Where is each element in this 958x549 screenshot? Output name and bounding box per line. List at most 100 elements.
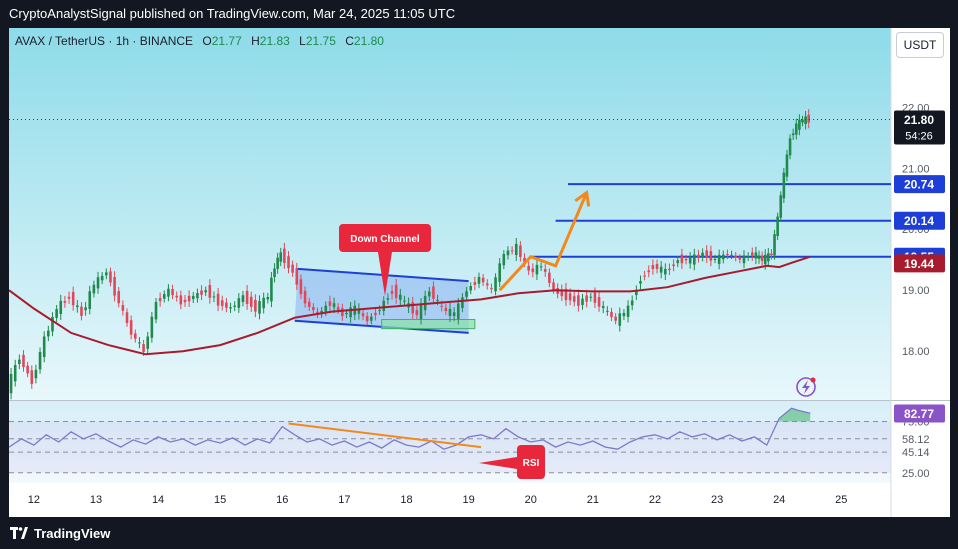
candle-body bbox=[129, 320, 133, 335]
candle-body bbox=[399, 294, 402, 300]
candle-body bbox=[146, 336, 150, 349]
candle-body bbox=[548, 272, 551, 283]
x-tick-label: 17 bbox=[338, 494, 350, 506]
candle-body bbox=[456, 303, 460, 320]
candle-body bbox=[757, 255, 761, 259]
candle-body bbox=[444, 307, 448, 312]
candle-body bbox=[552, 282, 555, 290]
candle-body bbox=[394, 284, 398, 298]
candle-body bbox=[452, 312, 456, 317]
x-tick-label: 21 bbox=[587, 494, 599, 506]
candle-body bbox=[481, 277, 485, 283]
x-tick-label: 13 bbox=[90, 494, 102, 506]
candle-body bbox=[125, 312, 129, 323]
candle-body bbox=[117, 291, 121, 304]
candle-body bbox=[279, 252, 283, 262]
candle-body bbox=[730, 254, 733, 256]
candle-body bbox=[535, 264, 539, 275]
candle-body bbox=[13, 365, 17, 382]
candle-body bbox=[448, 308, 452, 317]
candle-body bbox=[291, 264, 294, 273]
candle-body bbox=[220, 300, 224, 306]
candle-body bbox=[204, 290, 207, 293]
x-tick-label: 15 bbox=[214, 494, 226, 506]
candle-body bbox=[502, 254, 506, 266]
candle-body bbox=[626, 305, 630, 317]
candle-body bbox=[208, 285, 212, 298]
candle-body bbox=[506, 250, 510, 256]
candle-body bbox=[225, 302, 228, 308]
candle-body bbox=[92, 284, 96, 294]
candle-body bbox=[510, 250, 514, 252]
legend-close-value: 21.80 bbox=[353, 34, 384, 48]
candle-body bbox=[26, 365, 29, 374]
candle-body bbox=[676, 260, 680, 264]
candle-body bbox=[100, 275, 104, 281]
candle-body bbox=[71, 292, 75, 306]
candle-body bbox=[614, 316, 617, 321]
candle-body bbox=[776, 216, 779, 237]
candle-body bbox=[42, 336, 46, 358]
candle-body bbox=[18, 359, 21, 365]
footer-brand: TradingView bbox=[34, 525, 111, 541]
candle-body bbox=[361, 313, 365, 317]
currency-button[interactable]: USDT bbox=[896, 32, 944, 58]
candle-body bbox=[713, 258, 717, 260]
candle-body bbox=[254, 299, 257, 312]
candle-body bbox=[121, 305, 125, 311]
x-tick-label: 14 bbox=[152, 494, 164, 506]
candle-body bbox=[773, 234, 776, 256]
price-chart[interactable]: 23.0022.0021.0020.0019.0018.001213141516… bbox=[9, 28, 950, 517]
candle-body bbox=[514, 243, 518, 256]
candle-body bbox=[622, 312, 626, 317]
candle-body bbox=[67, 296, 71, 299]
candle-body bbox=[485, 283, 489, 286]
candle-body bbox=[717, 254, 721, 264]
chart-frame[interactable]: 23.0022.0021.0020.0019.0018.001213141516… bbox=[9, 28, 950, 517]
candle-body bbox=[196, 293, 199, 299]
candle-body bbox=[96, 277, 100, 289]
candle-body bbox=[440, 305, 444, 307]
candle-body bbox=[80, 306, 83, 316]
candle-body bbox=[336, 307, 340, 311]
candle-body bbox=[419, 303, 423, 320]
rsi-tick-label: 45.14 bbox=[902, 447, 930, 459]
candle-body bbox=[585, 295, 588, 302]
candle-body bbox=[171, 289, 174, 296]
currency-label: USDT bbox=[903, 38, 937, 52]
rsi-tick-label: 25.00 bbox=[902, 468, 930, 480]
candle-body bbox=[142, 344, 145, 352]
candle-body bbox=[543, 269, 547, 272]
candle-body bbox=[527, 265, 530, 271]
candle-body bbox=[498, 263, 501, 282]
candle-body bbox=[183, 299, 187, 303]
candle-body bbox=[303, 290, 307, 304]
y-tick-label: 19.00 bbox=[902, 285, 930, 297]
candle-body bbox=[9, 373, 13, 394]
candle-body bbox=[47, 330, 50, 337]
candle-body bbox=[55, 309, 58, 318]
candle-body bbox=[680, 254, 684, 264]
candle-body bbox=[84, 307, 87, 311]
candle-body bbox=[299, 279, 303, 295]
candle-body bbox=[150, 316, 154, 338]
rsi-tick-label: 58.12 bbox=[902, 434, 930, 446]
lightning-icon-dot bbox=[810, 377, 816, 383]
legend-high-value: 21.83 bbox=[259, 34, 290, 48]
legend-low-label: L bbox=[299, 34, 306, 48]
candle-body bbox=[798, 119, 801, 130]
candle-body bbox=[577, 295, 580, 306]
candle-body bbox=[494, 277, 497, 292]
candle-body bbox=[332, 303, 336, 308]
candle-body bbox=[403, 300, 406, 302]
candle-body bbox=[647, 270, 651, 273]
candle-body bbox=[688, 257, 692, 264]
candle-body bbox=[88, 291, 92, 309]
candle-body bbox=[266, 297, 270, 300]
candle-body bbox=[490, 288, 493, 290]
candle-body bbox=[639, 281, 642, 284]
candle-body bbox=[469, 286, 473, 291]
x-tick-label: 23 bbox=[711, 494, 723, 506]
candle-body bbox=[610, 311, 613, 318]
x-tick-label: 19 bbox=[463, 494, 475, 506]
